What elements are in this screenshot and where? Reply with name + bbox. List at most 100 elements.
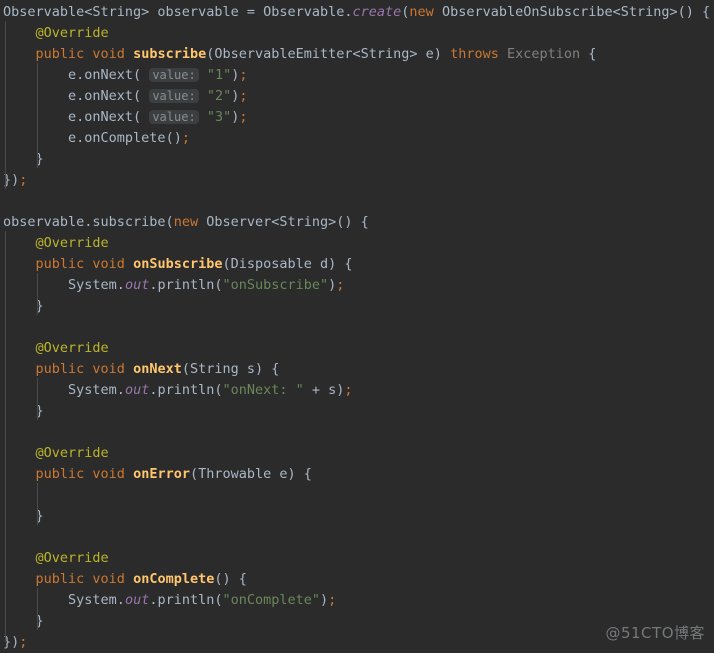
code-line[interactable]: e.onComplete(); xyxy=(3,128,714,149)
code-token: throws xyxy=(450,46,507,62)
code-token: + s) xyxy=(303,382,345,398)
code-line[interactable]: public void onError(Throwable e) { xyxy=(3,464,714,485)
code-token: () { xyxy=(214,571,247,587)
code-token: "onSubscribe" xyxy=(222,277,329,293)
code-token: new xyxy=(173,214,199,230)
code-line[interactable]: @Override xyxy=(3,548,714,569)
code-token: subscribe xyxy=(133,46,207,62)
code-token: ; xyxy=(239,88,248,104)
code-token: { xyxy=(580,46,597,62)
code-token: System. xyxy=(68,277,125,293)
code-token: (ObservableEmitter<String> e) xyxy=(206,46,451,62)
code-token: .println( xyxy=(149,277,223,293)
code-line[interactable] xyxy=(3,485,714,506)
code-token: ; xyxy=(19,634,28,650)
code-line[interactable] xyxy=(3,317,714,338)
code-line[interactable]: System.out.println("onSubscribe"); xyxy=(3,275,714,296)
code-token: "1" xyxy=(206,67,232,83)
code-token: ; xyxy=(239,109,248,125)
code-content[interactable]: Observable<String> observable = Observab… xyxy=(0,0,714,653)
code-line[interactable]: e.onNext( value: "3"); xyxy=(3,107,714,128)
code-line[interactable] xyxy=(3,527,714,548)
code-line[interactable]: } xyxy=(3,611,714,632)
code-editor-screenshot: Observable<String> observable = Observab… xyxy=(0,0,714,653)
code-token: (Disposable d) { xyxy=(222,256,353,272)
code-token: new xyxy=(409,4,434,20)
code-token: ; xyxy=(19,172,28,188)
code-token: (String s) { xyxy=(181,361,280,377)
code-token: onNext xyxy=(133,361,182,377)
code-token: ; xyxy=(328,592,337,608)
code-line[interactable]: @Override xyxy=(3,443,714,464)
code-line[interactable]: e.onNext( value: "2"); xyxy=(3,86,714,107)
code-token: public void xyxy=(35,466,134,482)
code-line[interactable]: public void onComplete() { xyxy=(3,569,714,590)
code-line[interactable]: } xyxy=(3,149,714,170)
code-line[interactable]: Observable<String> observable = Observab… xyxy=(3,2,714,23)
code-line[interactable]: public void onNext(String s) { xyxy=(3,359,714,380)
code-token: "onComplete" xyxy=(222,592,321,608)
code-line[interactable]: observable.subscribe(new Observer<String… xyxy=(3,212,714,233)
indent-guide xyxy=(37,588,38,630)
code-line[interactable]: public void subscribe(ObservableEmitter<… xyxy=(3,44,714,65)
code-line[interactable]: System.out.println("onNext: " + s); xyxy=(3,380,714,401)
code-token: onSubscribe xyxy=(133,256,223,272)
code-line[interactable]: } xyxy=(3,296,714,317)
code-line[interactable]: }); xyxy=(3,170,714,191)
code-token: Exception xyxy=(506,46,581,62)
code-token: e.onComplete() xyxy=(68,130,182,146)
indent-guide xyxy=(37,483,38,525)
code-line[interactable]: @Override xyxy=(3,23,714,44)
code-token: public void xyxy=(35,361,134,377)
code-token: value: xyxy=(149,89,199,103)
code-token: @Override xyxy=(35,550,109,566)
code-token: @Override xyxy=(35,445,109,461)
code-line[interactable] xyxy=(3,191,714,212)
code-token: observable.subscribe( xyxy=(3,214,174,230)
indent-guide xyxy=(5,231,6,642)
code-line[interactable]: @Override xyxy=(3,233,714,254)
code-token: @Override xyxy=(35,25,109,41)
indent-guide xyxy=(37,273,38,315)
code-line[interactable]: e.onNext( value: "1"); xyxy=(3,65,714,86)
code-line[interactable] xyxy=(3,422,714,443)
code-token: out xyxy=(124,382,150,398)
code-line[interactable]: }); xyxy=(3,632,714,653)
code-token: (Throwable e) { xyxy=(189,466,312,482)
code-token: "2" xyxy=(206,88,232,104)
code-line[interactable]: public void onSubscribe(Disposable d) { xyxy=(3,254,714,275)
code-token: @Override xyxy=(35,340,109,356)
indent-guide xyxy=(37,63,38,168)
code-token: e.onNext( xyxy=(68,67,142,83)
code-token: public void xyxy=(35,46,134,62)
code-token: ) xyxy=(320,592,329,608)
code-token: "onNext: " xyxy=(222,382,304,398)
code-line[interactable]: } xyxy=(3,506,714,527)
code-line[interactable]: System.out.println("onComplete"); xyxy=(3,590,714,611)
code-token: @Override xyxy=(35,235,109,251)
code-token: System. xyxy=(68,382,125,398)
code-token: out xyxy=(124,277,150,293)
code-line[interactable]: @Override xyxy=(3,338,714,359)
code-token: value: xyxy=(149,68,199,82)
code-line[interactable]: } xyxy=(3,401,714,422)
